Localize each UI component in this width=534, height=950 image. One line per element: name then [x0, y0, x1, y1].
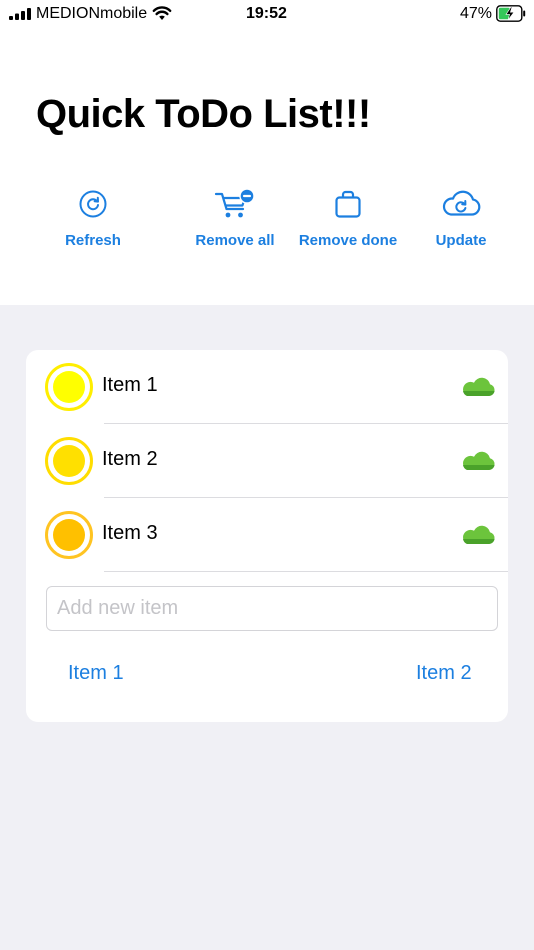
quick-link-item-1[interactable]: Item 1 — [68, 662, 124, 685]
status-circle[interactable] — [45, 437, 93, 485]
cart-remove-icon — [214, 188, 255, 218]
battery-charging-icon — [496, 5, 526, 22]
signal-icon — [9, 8, 31, 20]
refresh-icon — [79, 190, 107, 218]
remove-done-label: Remove done — [298, 232, 398, 249]
todo-item-1[interactable]: Item 1 — [26, 350, 508, 424]
refresh-label: Refresh — [65, 232, 121, 249]
add-item-input[interactable] — [46, 586, 498, 631]
todo-item-label: Item 1 — [102, 374, 158, 396]
todo-item-2[interactable]: Item 2 — [26, 424, 508, 498]
status-circle[interactable] — [45, 511, 93, 559]
status-bar: MEDIONmobile 19:52 47% — [0, 0, 534, 28]
update-button[interactable]: Update — [428, 188, 494, 258]
cloud-sync-icon — [442, 190, 481, 216]
status-dot — [53, 371, 85, 403]
header-area — [0, 0, 534, 305]
remove-all-label: Remove all — [195, 232, 275, 249]
remove-all-button[interactable]: Remove all — [189, 188, 281, 258]
remove-done-button[interactable]: Remove done — [296, 188, 400, 258]
status-circle[interactable] — [45, 363, 93, 411]
update-label: Update — [435, 232, 487, 249]
todo-item-3[interactable]: Item 3 — [26, 498, 508, 572]
carrier-name: MEDIONmobile — [36, 5, 148, 22]
todo-item-label: Item 2 — [102, 448, 158, 470]
row-separator — [104, 571, 508, 572]
todo-item-label: Item 3 — [102, 522, 158, 544]
cloud-icon — [463, 377, 495, 396]
cloud-icon — [463, 451, 495, 470]
status-dot — [53, 519, 85, 551]
status-dot — [53, 445, 85, 477]
cloud-icon — [463, 525, 495, 544]
todo-list-card: Item 1 Item 2 Item 3 Item 1 Item 2 — [26, 350, 508, 722]
wifi-icon — [152, 6, 172, 20]
bag-icon — [335, 190, 361, 218]
refresh-button[interactable]: Refresh — [48, 188, 138, 258]
battery-percent: 47% — [460, 5, 493, 22]
page-title: Quick ToDo List!!! — [36, 92, 371, 136]
quick-link-item-2[interactable]: Item 2 — [416, 662, 472, 685]
status-time: 19:52 — [246, 5, 287, 22]
